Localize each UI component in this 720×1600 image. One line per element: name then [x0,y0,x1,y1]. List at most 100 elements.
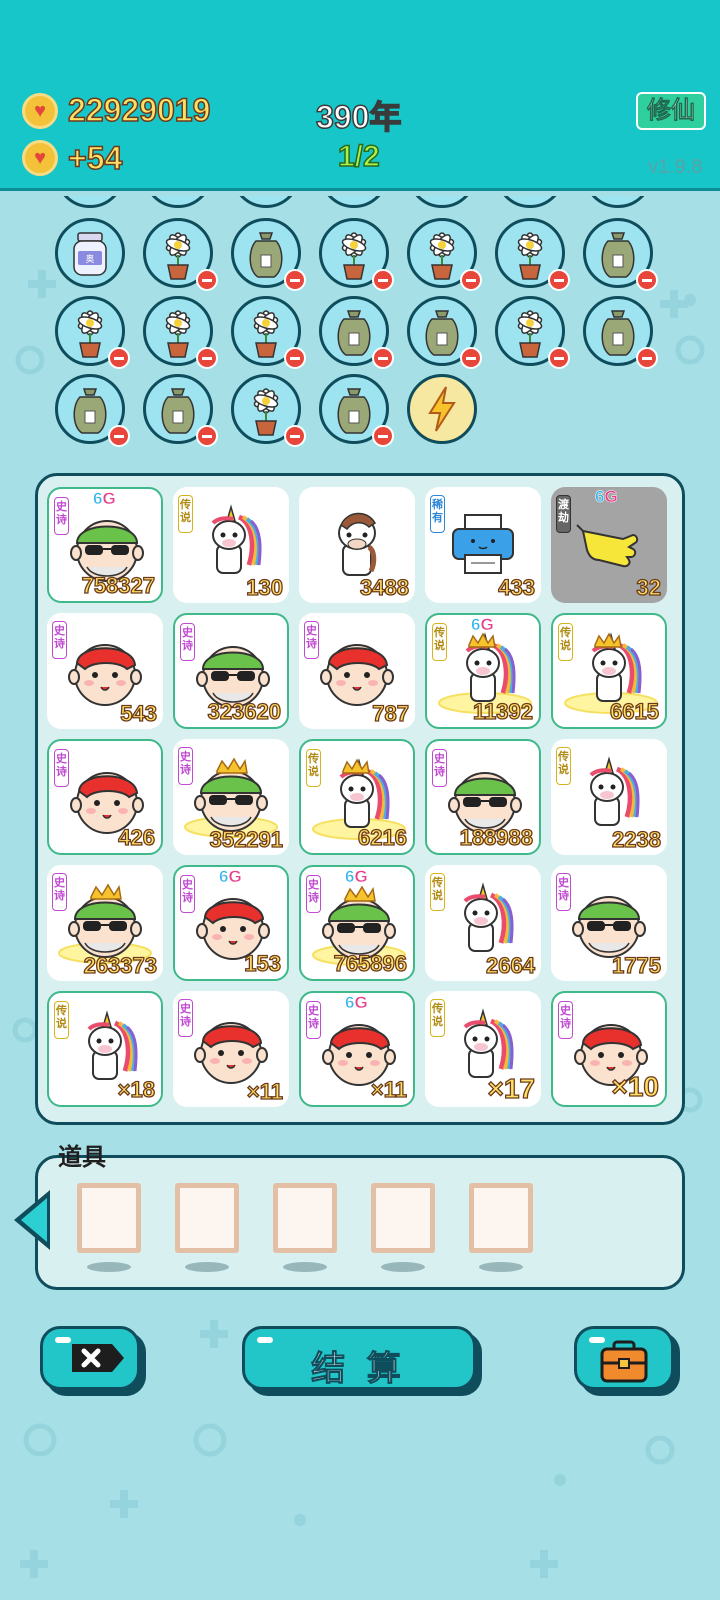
board-cell[interactable]: 传说 ×18 [47,991,163,1107]
svg-text:奥: 奥 [85,253,94,265]
remove-icon[interactable] [372,269,394,291]
tool-slot[interactable] [371,1183,435,1253]
board-cell[interactable]: 史诗 263373 [47,865,163,981]
board-cell[interactable]: 史诗 426 [47,739,163,855]
tool-slot[interactable] [273,1183,337,1253]
6g-badge: 6G [219,867,242,887]
cell-value: 787 [372,700,410,726]
board-cell[interactable]: 传说 ×17 [425,991,541,1107]
tool-slot[interactable] [77,1183,141,1253]
remove-icon[interactable] [108,425,130,447]
remove-icon[interactable] [108,347,130,369]
item-bubble[interactable] [231,218,306,291]
rarity-tag: 史诗 [432,749,447,787]
remove-icon[interactable] [636,269,658,291]
board-cell[interactable]: 渡劫 6G 32 [551,487,667,603]
cell-value: 263373 [83,952,158,978]
rarity-tag: 史诗 [304,621,319,659]
remove-icon[interactable] [372,425,394,447]
year-counter: 390年 [315,98,402,136]
rarity-tag: 传说 [432,623,447,661]
board-cell[interactable]: 传说 6216 [299,739,415,855]
board-cell[interactable]: 史诗 6G 765896 [299,865,415,981]
board-cell[interactable]: 传说 130 [173,487,289,603]
tool-slot[interactable] [469,1183,533,1253]
item-bubble[interactable] [231,374,306,447]
cell-value: 188988 [459,824,534,850]
remove-icon[interactable] [196,269,218,291]
board-cell[interactable]: 史诗 6G 153 [173,865,289,981]
item-bubble[interactable] [407,296,482,369]
board-cell[interactable]: 史诗 543 [47,613,163,729]
remove-icon[interactable] [196,425,218,447]
cultivation-button[interactable]: 修仙 [636,92,706,130]
board-cell[interactable]: 传说 6G 11392 [425,613,541,729]
unicorn-icon [181,497,281,587]
board-cell[interactable]: 史诗 1775 [551,865,667,981]
6g-letter: G [354,867,368,886]
bag-button[interactable] [574,1326,674,1390]
item-bubble[interactable] [55,296,130,369]
board-cell[interactable]: 稀有 433 [425,487,541,603]
horse-icon [307,497,407,587]
rarity-tag: 稀有 [430,495,445,533]
item-bubble[interactable] [143,374,218,447]
close-button[interactable] [40,1326,140,1390]
board-cell[interactable]: 史诗 ×10 [551,991,667,1107]
rarity-tag: 史诗 [54,497,69,535]
remove-icon[interactable] [372,347,394,369]
item-bubble[interactable] [143,218,218,291]
slot-shadow [479,1262,523,1272]
remove-icon[interactable] [196,347,218,369]
item-bubble[interactable] [143,296,218,369]
item-bubble[interactable]: 奥 [55,218,125,288]
board-cell[interactable]: 传说 2238 [551,739,667,855]
board-cell[interactable]: 史诗 6G ×11 [299,991,415,1107]
man-green-icon [559,875,659,965]
item-bubble[interactable] [495,296,570,369]
cell-value: 130 [246,574,284,600]
item-bubble[interactable] [583,218,658,291]
item-bubble[interactable] [319,218,394,291]
item-bubble[interactable] [319,296,394,369]
tool-slot[interactable] [175,1183,239,1253]
item-bubble[interactable] [231,296,306,369]
rarity-tag: 史诗 [52,621,67,659]
board-cell[interactable]: 3488 [299,487,415,603]
item-bubble[interactable] [55,374,130,447]
unicorn-icon [559,749,659,839]
remove-icon[interactable] [636,347,658,369]
board-cell[interactable]: 史诗 188988 [425,739,541,855]
rarity-tag: 史诗 [54,749,69,787]
remove-icon[interactable] [548,347,570,369]
rarity-tag: 史诗 [180,623,195,661]
remove-icon[interactable] [460,269,482,291]
item-bubble[interactable] [319,374,394,447]
board-cell[interactable]: 史诗 ×11 [173,991,289,1107]
board-cell[interactable]: 史诗 787 [299,613,415,729]
settle-button[interactable]: 结 算 [242,1326,476,1390]
cell-value: ×17 [487,1072,536,1104]
remove-icon[interactable] [460,347,482,369]
board-cell[interactable]: 史诗 323620 [173,613,289,729]
remove-icon[interactable] [284,347,306,369]
board-cell[interactable]: 传说 6615 [551,613,667,729]
cell-value: 2664 [485,952,535,978]
unicorn-icon [433,875,533,965]
printer-icon [433,497,533,587]
item-bubble[interactable] [583,296,658,369]
rarity-tag: 史诗 [178,747,193,785]
cell-value: 32 [636,574,662,600]
remove-icon[interactable] [284,425,306,447]
remove-icon[interactable] [284,269,306,291]
board-cell[interactable]: 传说 2664 [425,865,541,981]
remove-icon[interactable] [548,269,570,291]
item-bubble[interactable] [495,218,570,291]
board-cell[interactable]: 史诗 352291 [173,739,289,855]
cell-value: 765896 [333,950,408,976]
cell-value: 1775 [611,952,661,978]
rarity-tag: 渡劫 [556,495,571,533]
board-cell[interactable]: 史诗 6G 758327 [47,487,163,603]
item-bubble[interactable] [407,374,477,444]
item-bubble[interactable] [407,218,482,291]
